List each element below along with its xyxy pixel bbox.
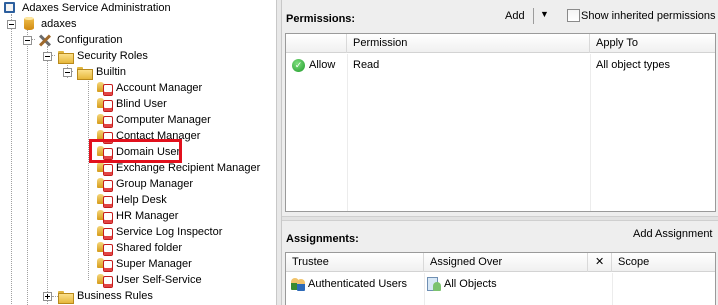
assignments-table: Trustee Assigned Over ✕ Scope Authentica… — [285, 252, 716, 305]
tree-business-rules-label: Business Rules — [77, 290, 153, 302]
tree-role-computer-manager[interactable]: Computer Manager — [96, 112, 212, 128]
tree-role-label: Super Manager — [116, 258, 192, 270]
tree-node-adaxes[interactable]: adaxes — [21, 16, 77, 32]
tree-builtin-label: Builtin — [96, 66, 126, 78]
tree-role-blind-user[interactable]: Blind User — [96, 96, 168, 112]
permission-apply-to: All object types — [596, 59, 670, 71]
permission-type: Allow — [309, 59, 336, 71]
tree-node-business-rules[interactable]: Business Rules — [57, 288, 154, 304]
tree-role-group-manager[interactable]: Group Manager — [96, 176, 194, 192]
security-role-icon — [96, 224, 113, 240]
tree-role-label: User Self-Service — [116, 274, 202, 286]
column-header-trustee[interactable]: Trustee — [286, 253, 424, 272]
security-role-icon — [96, 256, 113, 272]
tree-role-account-manager[interactable]: Account Manager — [96, 80, 203, 96]
security-role-icon — [96, 192, 113, 208]
expand-business-rules-button[interactable] — [43, 292, 52, 301]
security-role-icon — [96, 272, 113, 288]
folder-icon — [57, 288, 74, 304]
tree-role-label: Help Desk — [116, 194, 167, 206]
collapse-builtin-button[interactable] — [63, 68, 72, 77]
navigation-tree: Adaxes Service Administration adaxes Con… — [0, 0, 276, 305]
tree-node-builtin[interactable]: Builtin — [76, 64, 127, 80]
permission-name: Read — [353, 59, 380, 71]
collapse-configuration-button[interactable] — [23, 36, 32, 45]
folder-icon — [76, 64, 93, 80]
tree-node-root[interactable]: Adaxes Service Administration — [2, 0, 172, 16]
column-header-apply-to[interactable]: Apply To — [590, 34, 715, 53]
tree-role-label: HR Manager — [116, 210, 179, 222]
add-assignment-button[interactable]: Add Assignment — [633, 227, 713, 241]
show-inherited-label: Show inherited permissions — [581, 10, 716, 22]
tools-icon — [37, 32, 53, 48]
collapse-adaxes-button[interactable] — [7, 20, 16, 29]
tree-role-label: Exchange Recipient Manager — [116, 162, 261, 174]
details-pane: Permissions: Add ▼ Show inherited permis… — [282, 0, 718, 305]
permissions-table: Permission Apply To ✓ Allow Read All obj… — [285, 33, 716, 212]
app-icon — [2, 0, 18, 16]
tree-role-user-self-service[interactable]: User Self-Service — [96, 272, 203, 288]
tree-role-service-log-inspector[interactable]: Service Log Inspector — [96, 224, 223, 240]
database-icon — [21, 16, 37, 32]
allow-check-icon: ✓ — [292, 58, 305, 72]
tree-configuration-label: Configuration — [57, 34, 123, 46]
folder-icon — [57, 48, 74, 64]
users-group-icon — [290, 276, 306, 292]
assignment-assigned-over: All Objects — [444, 278, 497, 290]
table-row[interactable]: ✓ Allow — [292, 55, 335, 75]
tree-node-security-roles[interactable]: Security Roles — [57, 48, 149, 64]
tree-role-label: Blind User — [116, 98, 167, 110]
assignments-title: Assignments: — [286, 233, 359, 245]
tree-role-label: Account Manager — [116, 82, 203, 94]
security-role-icon — [96, 112, 113, 128]
permissions-table-header: Permission Apply To — [286, 34, 715, 53]
tree-role-label: Group Manager — [116, 178, 194, 190]
column-header-remove[interactable]: ✕ — [588, 253, 612, 272]
security-role-icon — [96, 176, 113, 192]
toolbar-separator — [533, 8, 534, 24]
security-role-icon — [96, 208, 113, 224]
column-header-scope[interactable]: Scope — [612, 253, 715, 272]
permissions-title: Permissions: — [286, 13, 356, 25]
tree-role-shared-folder[interactable]: Shared folder — [96, 240, 183, 256]
security-role-icon — [96, 80, 113, 96]
column-header-permission[interactable]: Permission — [347, 34, 590, 53]
add-permission-button[interactable]: Add — [505, 9, 525, 23]
tree-role-label: Computer Manager — [116, 114, 211, 126]
assignments-table-header: Trustee Assigned Over ✕ Scope — [286, 253, 715, 272]
selection-highlight-box — [89, 139, 182, 163]
tree-root-label: Adaxes Service Administration — [22, 2, 171, 14]
show-inherited-checkbox[interactable] — [567, 9, 580, 22]
section-splitter[interactable] — [282, 216, 718, 221]
table-row[interactable]: Authenticated Users — [290, 274, 407, 294]
column-header-type[interactable] — [286, 34, 347, 53]
tree-adaxes-label: adaxes — [41, 18, 77, 30]
security-role-icon — [96, 96, 113, 112]
security-role-icon — [96, 240, 113, 256]
assignment-scope-cell[interactable]: All Objects — [426, 274, 497, 294]
tree-role-label: Service Log Inspector — [116, 226, 223, 238]
tree-node-configuration[interactable]: Configuration — [37, 32, 123, 48]
all-objects-icon — [426, 276, 442, 292]
chevron-down-icon[interactable]: ▼ — [540, 9, 549, 19]
tree-role-hr-manager[interactable]: HR Manager — [96, 208, 179, 224]
tree-role-help-desk[interactable]: Help Desk — [96, 192, 168, 208]
tree-role-super-manager[interactable]: Super Manager — [96, 256, 193, 272]
tree-role-label: Shared folder — [116, 242, 183, 254]
assignment-trustee: Authenticated Users — [308, 278, 408, 290]
column-header-assigned-over[interactable]: Assigned Over — [424, 253, 588, 272]
tree-security-roles-label: Security Roles — [77, 50, 148, 62]
collapse-security-roles-button[interactable] — [43, 52, 52, 61]
